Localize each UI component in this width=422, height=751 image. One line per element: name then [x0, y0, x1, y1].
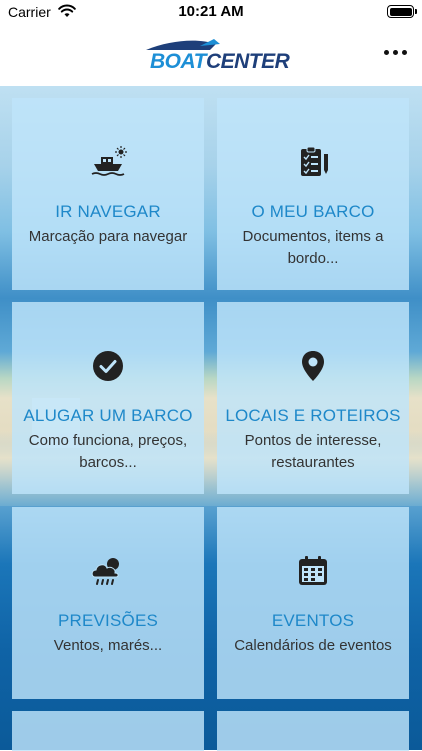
- more-menu-button[interactable]: [384, 46, 408, 58]
- clipboard-checklist-icon: [217, 146, 409, 178]
- tile-subtitle: Pontos de interesse, restaurantes: [244, 432, 382, 471]
- check-circle-icon: [12, 350, 204, 382]
- boatcenter-logo: BOATCENTER: [140, 36, 290, 76]
- calendar-icon: [217, 555, 409, 587]
- logo-center-text: CENTER: [205, 50, 290, 73]
- tile-title: IR NAVEGAR: [55, 202, 161, 221]
- weather-cloud-icon: [12, 555, 204, 587]
- clock: 10:21 AM: [178, 3, 244, 20]
- tile-partial-right[interactable]: [217, 711, 409, 751]
- tile-title: EVENTOS: [271, 611, 355, 630]
- tile-ir-navegar[interactable]: IR NAVEGAR Marcação para navegar: [12, 98, 204, 290]
- tile-title: PREVISÕES: [57, 611, 159, 630]
- boat-icon: [12, 146, 204, 178]
- tile-o-meu-barco[interactable]: O MEU BARCO Documentos, items a bordo...: [217, 98, 409, 290]
- tile-subtitle: Calendários de eventos: [234, 637, 392, 654]
- tile-subtitle: Como funciona, preços, barcos...: [28, 432, 188, 471]
- tile-subtitle: Marcação para navegar: [28, 228, 188, 245]
- tile-eventos[interactable]: EVENTOS Calendários de eventos: [217, 507, 409, 699]
- tile-subtitle: Documentos, items a bordo...: [242, 228, 384, 267]
- tile-alugar-um-barco[interactable]: ALUGAR UM BARCO Como funciona, preços, b…: [12, 302, 204, 494]
- tile-subtitle: Ventos, marés...: [53, 637, 163, 654]
- tile-locais-e-roteiros[interactable]: LOCAIS E ROTEIROS Pontos de interesse, r…: [217, 302, 409, 494]
- tile-title: ALUGAR UM BARCO: [23, 406, 193, 425]
- status-bar: Carrier 10:21 AM: [0, 0, 422, 24]
- logo-boat-text: BOAT: [150, 50, 206, 73]
- tile-previsoes[interactable]: PREVISÕES Ventos, marés...: [12, 507, 204, 699]
- navigation-bar: BOATCENTER: [0, 24, 422, 86]
- battery-icon: [387, 5, 417, 18]
- tile-title: O MEU BARCO: [251, 202, 375, 221]
- tile-title: LOCAIS E ROTEIROS: [225, 406, 401, 425]
- map-pin-icon: [217, 350, 409, 382]
- tile-partial-left[interactable]: [12, 711, 204, 751]
